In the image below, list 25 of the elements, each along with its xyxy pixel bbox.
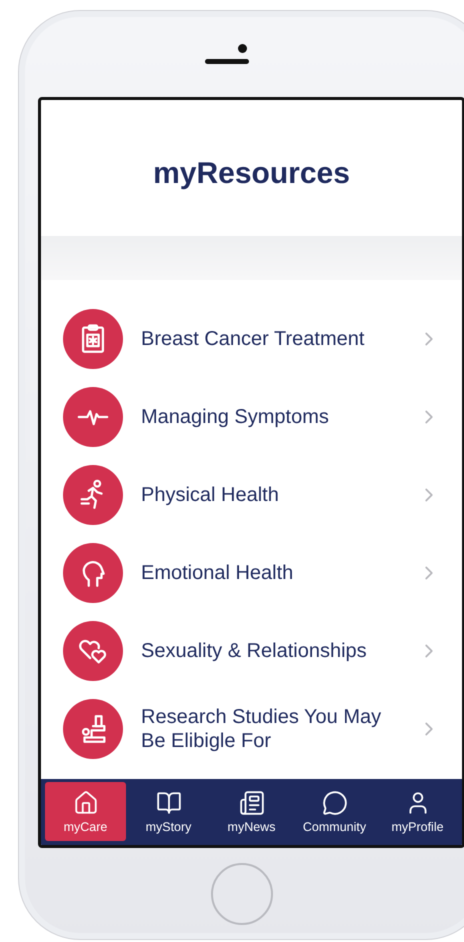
resource-list-item[interactable]: Breast Cancer Treatment (41, 300, 462, 378)
resource-list-item[interactable]: Research Studies You May Be Elibigle For (41, 690, 462, 768)
resource-label: Sexuality & Relationships (141, 639, 368, 663)
resource-label: Research Studies You May Be Elibigle For (141, 705, 382, 753)
tab-bar-item[interactable]: Community (294, 782, 375, 841)
speaker-slot (205, 59, 249, 64)
resource-list-item[interactable]: Sexuality & Relationships (41, 612, 462, 690)
tab-bar-item[interactable]: myProfile (377, 782, 458, 841)
page-title: myResources (153, 157, 350, 191)
tab-bar-item[interactable]: myStory (128, 782, 209, 841)
resource-label: Breast Cancer Treatment (141, 327, 366, 351)
book-icon (156, 790, 182, 816)
resource-label: Managing Symptoms (141, 405, 330, 429)
newspaper-icon (238, 790, 264, 816)
chat-bubble-icon (322, 790, 348, 816)
resource-list-item[interactable]: Emotional Health (41, 534, 462, 612)
home-icon (72, 790, 98, 816)
resource-list-item[interactable]: Managing Symptoms (41, 378, 462, 456)
resource-list-item[interactable]: Physical Health (41, 456, 462, 534)
home-button[interactable] (211, 862, 273, 924)
tab-bar-item[interactable]: myNews (211, 782, 292, 841)
resource-label: Physical Health (141, 483, 280, 507)
camera-dot (238, 44, 246, 53)
resource-label: Emotional Health (141, 561, 294, 585)
tab-bar-item[interactable]: myCare (45, 782, 126, 841)
